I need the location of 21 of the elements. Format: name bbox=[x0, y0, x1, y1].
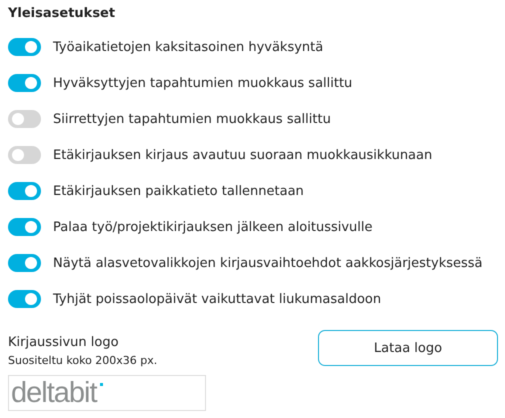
logo-size-hint: Suositeltu koko 200x36 px. bbox=[8, 354, 158, 367]
setting-label: Työaikatietojen kaksitasoinen hyväksyntä bbox=[53, 40, 324, 54]
setting-label: Hyväksyttyjen tapahtumien muokkaus sallittu bbox=[53, 76, 352, 90]
toggle-switch[interactable] bbox=[8, 146, 41, 164]
setting-label: Etäkirjauksen kirjaus avautuu suoraan muokkausikkunaan bbox=[53, 148, 432, 162]
toggle-switch[interactable] bbox=[8, 290, 41, 308]
logo-section-title: Kirjaussivun logo bbox=[8, 335, 120, 350]
toggle-switch[interactable] bbox=[8, 110, 41, 128]
toggle-switch[interactable] bbox=[8, 182, 41, 200]
toggle-switch[interactable] bbox=[8, 254, 41, 272]
toggle-switch[interactable] bbox=[8, 38, 41, 56]
upload-logo-button[interactable]: Lataa logo bbox=[318, 330, 498, 366]
logo-text: deltabit bbox=[11, 378, 103, 408]
setting-label: Palaa työ/projektikirjauksen jälkeen aloitussivulle bbox=[53, 220, 373, 234]
toggle-switch[interactable] bbox=[8, 218, 41, 236]
toggle-switch[interactable] bbox=[8, 74, 41, 92]
setting-label: Etäkirjauksen paikkatieto tallennetaan bbox=[53, 184, 304, 198]
setting-label: Siirrettyjen tapahtumien muokkaus sallittu bbox=[53, 112, 331, 126]
section-title: Yleisasetukset bbox=[8, 5, 116, 23]
setting-label: Näytä alasvetovalikkojen kirjausvaihtoehdot aakkosjärjestyksessä bbox=[53, 256, 483, 270]
setting-label: Tyhjät poissaolopäivät vaikuttavat liukumasaldoon bbox=[53, 292, 382, 306]
